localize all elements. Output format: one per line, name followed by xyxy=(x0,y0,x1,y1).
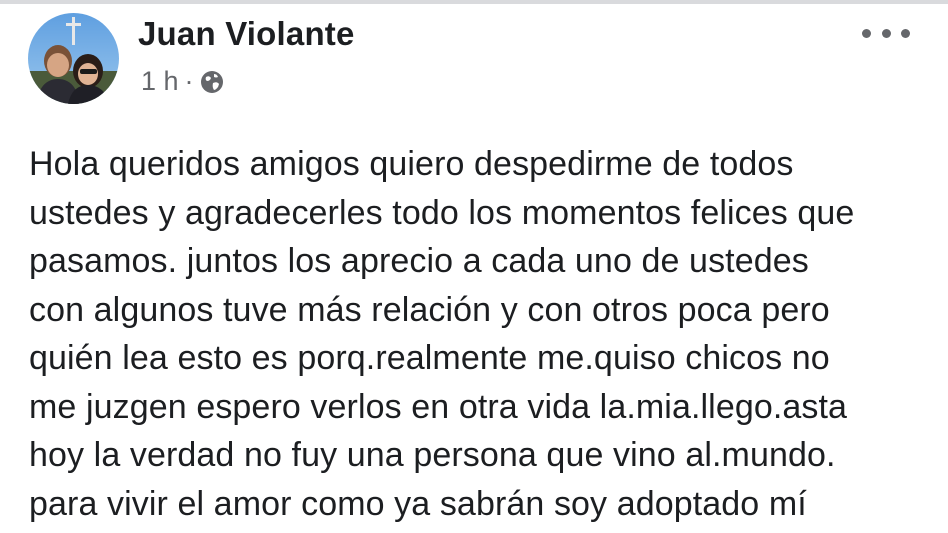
top-divider xyxy=(0,0,948,4)
post-meta: 1 h · xyxy=(141,66,225,97)
more-options-dot xyxy=(881,28,891,38)
more-options-button[interactable] xyxy=(862,20,910,46)
post-timestamp[interactable]: 1 h xyxy=(141,66,179,97)
more-options-icon xyxy=(862,28,871,38)
globe-icon[interactable] xyxy=(199,69,225,95)
avatar[interactable] xyxy=(28,13,119,104)
profile-photo xyxy=(28,13,119,104)
more-options-dot xyxy=(901,28,910,38)
author-name[interactable]: Juan Violante xyxy=(138,15,355,53)
post-text: Hola queridos amigos quiero despedirme d… xyxy=(29,145,855,523)
meta-separator: · xyxy=(184,66,194,96)
